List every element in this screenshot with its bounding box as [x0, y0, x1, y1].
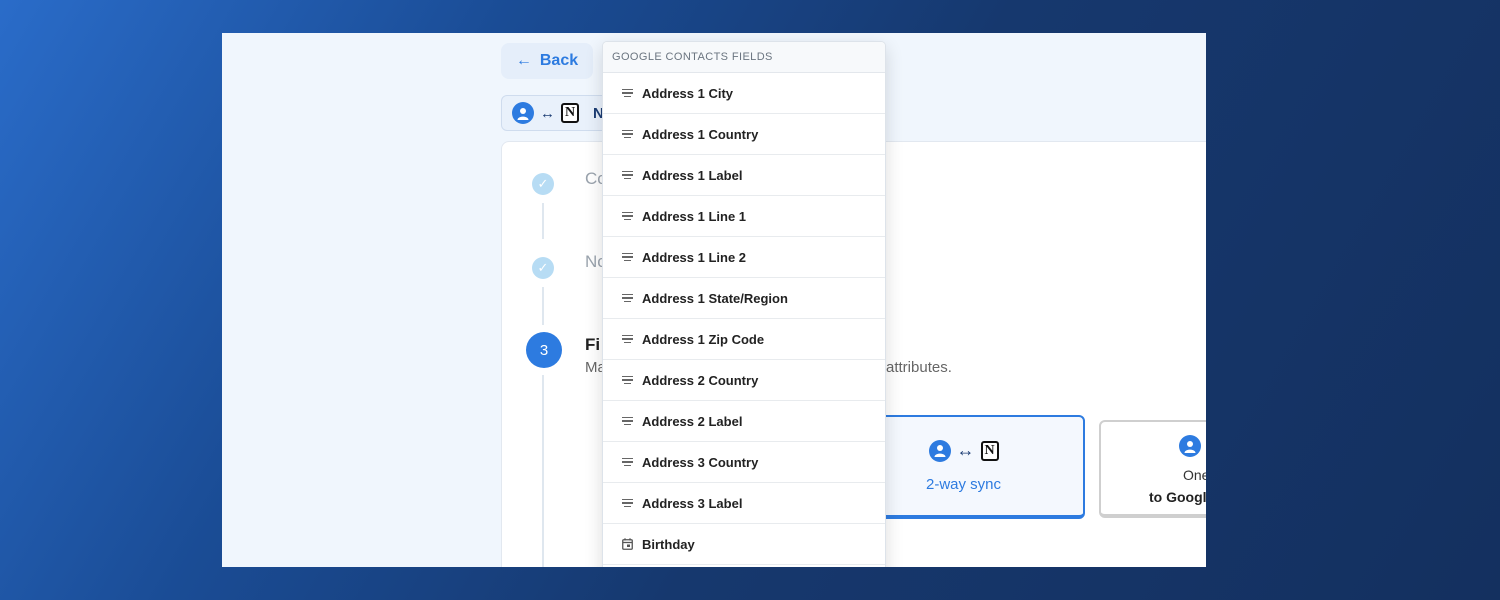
text-lines-icon [621, 170, 633, 180]
text-lines-icon [621, 375, 633, 385]
dropdown-item[interactable]: Address 3 Label [603, 483, 885, 524]
contacts-person-icon [512, 102, 534, 124]
contacts-person-icon [928, 439, 951, 462]
back-label: Back [539, 52, 579, 69]
app-screen: ← Back ↔ N N ✓ Co ✓ No 3 Fi Ma attribute… [222, 33, 1206, 567]
back-button[interactable]: ← Back [501, 43, 593, 79]
text-lines-icon [621, 416, 633, 426]
dropdown-item[interactable]: Address 1 Line 1 [603, 196, 885, 237]
text-lines-icon [621, 252, 633, 262]
dropdown-header: GOOGLE CONTACTS FIELDS [603, 42, 885, 73]
dropdown-item-label: Address 3 Country [642, 454, 759, 470]
text-lines-icon [621, 211, 633, 221]
notion-icon: N [980, 440, 999, 461]
dropdown-item-label: Birthday [642, 536, 695, 552]
dropdown-item-label: Address 1 Line 2 [642, 249, 747, 265]
arrow-left-icon: ← [515, 52, 532, 69]
step-connector [542, 203, 544, 239]
sync-arrow-icon: ↔ [540, 104, 555, 122]
dropdown-item[interactable]: Address 2 Label [603, 401, 885, 442]
dropdown-item-label: Address 2 Label [642, 413, 743, 429]
two-way-sync-label: 2-way sync [925, 475, 1002, 493]
dropdown-item[interactable]: Birthday [603, 524, 885, 565]
text-lines-icon [621, 334, 633, 344]
dropdown-item-label: Address 1 City [642, 85, 734, 101]
dropdown-item[interactable]: Address 1 State/Region [603, 278, 885, 319]
dropdown-item-label: Address 1 Label [642, 167, 743, 183]
step-3-number: 3 [526, 332, 562, 368]
sync-arrow-icon: ↔ [956, 440, 975, 460]
step-connector [542, 287, 544, 325]
text-lines-icon [621, 457, 633, 467]
dropdown-item-label: Address 1 Line 1 [642, 208, 747, 224]
google-contacts-fields-dropdown[interactable]: GOOGLE CONTACTS FIELDS Address 1 City Ad… [602, 41, 886, 567]
dropdown-item[interactable]: Address 2 Country [603, 360, 885, 401]
dropdown-item-label: Address 1 Zip Code [642, 331, 765, 347]
text-lines-icon [621, 88, 633, 98]
calendar-icon [621, 538, 633, 550]
step-3-label: Fi [585, 335, 601, 354]
connection-pill[interactable]: ↔ N N [501, 95, 611, 131]
dropdown-item[interactable]: Address 1 Line 2 [603, 237, 885, 278]
dropdown-item-label: Address 1 Country [642, 126, 759, 142]
step-connector [542, 375, 544, 567]
text-lines-icon [621, 129, 633, 139]
text-lines-icon [621, 498, 633, 508]
dropdown-item-label: Address 1 State/Region [642, 290, 788, 306]
step-3-description-tail: attributes. [886, 359, 952, 376]
dropdown-item-label: Address 2 Country [642, 372, 759, 388]
dropdown-item[interactable]: Address 1 Label [603, 155, 885, 196]
one-way-label-line2: to Google [1149, 489, 1206, 505]
dropdown-item[interactable]: Address 1 Country [603, 114, 885, 155]
dropdown-item[interactable]: Address 3 Country [603, 442, 885, 483]
dropdown-item[interactable]: Address 1 Zip Code [603, 319, 885, 360]
step-1-check-icon: ✓ [532, 173, 554, 195]
step-2-check-icon: ✓ [532, 257, 554, 279]
dropdown-item-label: Address 3 Label [642, 495, 743, 511]
one-way-sync-option[interactable]: One to Google [1099, 420, 1206, 518]
two-way-sync-icons: ↔ N [928, 439, 999, 462]
contacts-person-icon [1179, 435, 1201, 457]
text-lines-icon [621, 293, 633, 303]
one-way-label-line1: One [1183, 467, 1206, 483]
dropdown-item[interactable]: Address 1 City [603, 73, 885, 114]
notion-icon: N [561, 103, 579, 123]
